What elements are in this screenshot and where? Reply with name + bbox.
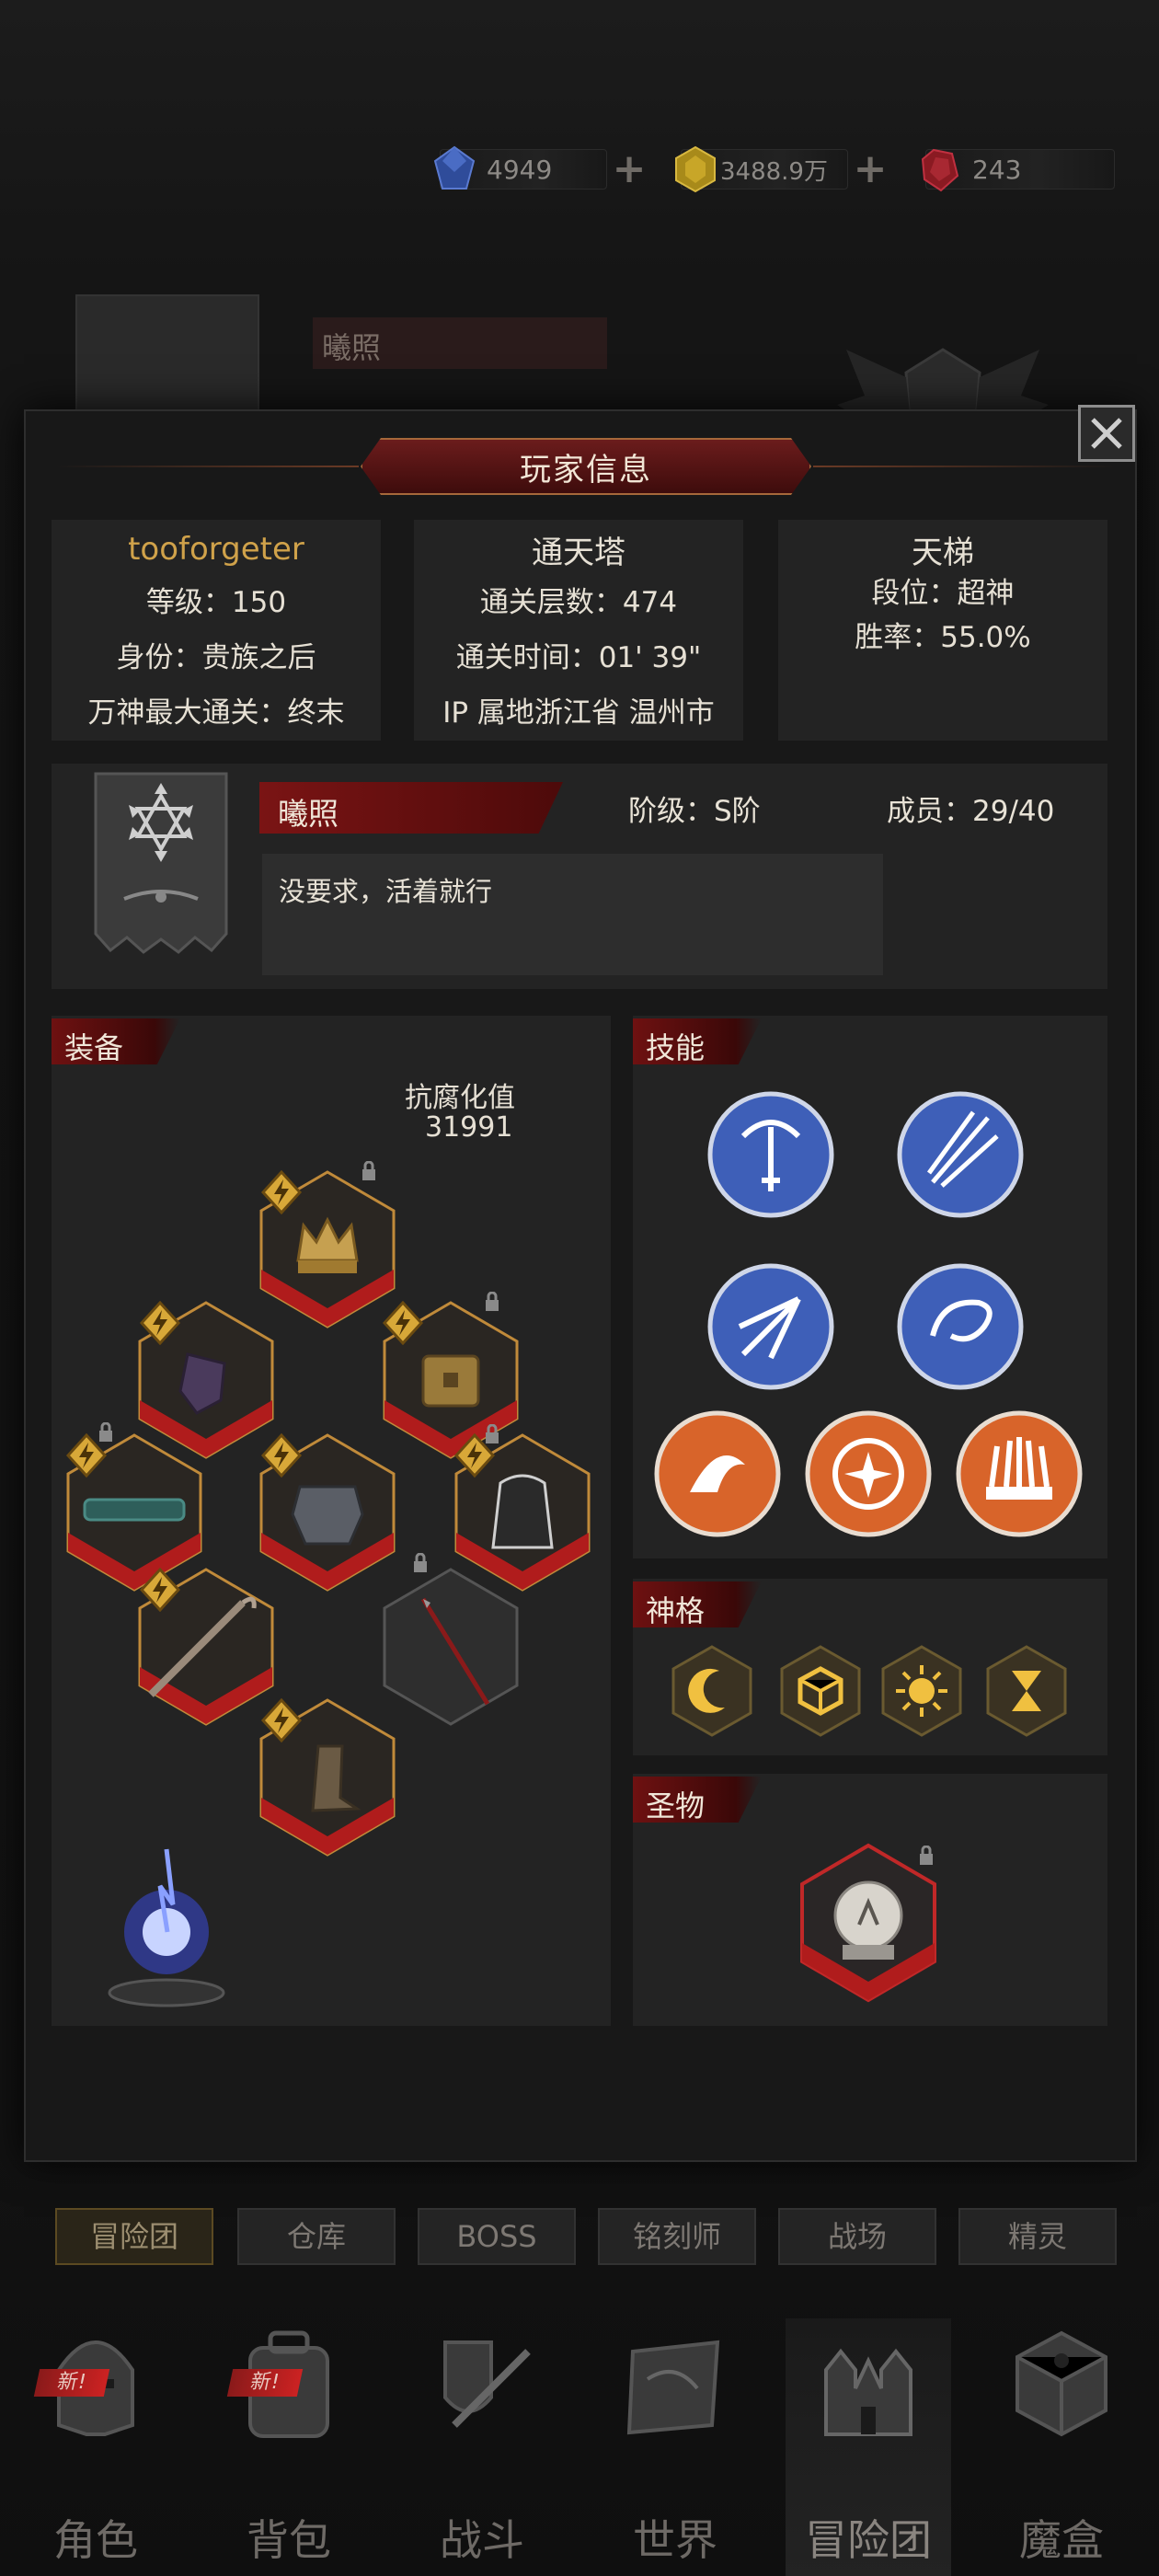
diamond-count: 4949	[487, 154, 553, 185]
gold-gem-icon	[675, 145, 716, 193]
tower-panel: 通天塔 通关层数：474 通关时间：01' 39" IP 属地浙江省 温州市	[414, 520, 743, 741]
gold-count: 3488.9万	[720, 157, 828, 186]
tower-title: 通天塔	[532, 535, 625, 571]
pantheon-max-clear: 万神最大通关：终末	[87, 696, 345, 730]
corruption-label: 抗腐化值	[405, 1082, 515, 1114]
ip-location: IP 属地浙江省 温州市	[442, 696, 715, 730]
title-divider-right	[813, 466, 1117, 467]
magic-cube-icon	[1016, 2330, 1107, 2437]
nav-battle[interactable]: 战斗	[399, 2318, 565, 2576]
ladder-winrate: 胜率：55.0%	[855, 621, 1031, 654]
nav-backpack-label: 背包	[247, 2515, 331, 2565]
nav-magic-box-label: 魔盒	[1019, 2515, 1104, 2565]
diamond-counter: 4949 +	[433, 145, 646, 190]
nav-magic-box[interactable]: 魔盒	[979, 2318, 1144, 2576]
divinity-slot-2[interactable]	[776, 1643, 865, 1739]
add-gold-button[interactable]: +	[853, 149, 888, 190]
new-badge: 新!	[33, 2369, 110, 2397]
divinity-slot-3[interactable]	[878, 1643, 966, 1739]
modal-title: 玩家信息	[361, 438, 811, 495]
add-diamond-button[interactable]: +	[612, 149, 647, 190]
nav-adventure-group[interactable]: 冒险团	[786, 2318, 951, 2576]
upgrade-badge-icon	[260, 1433, 303, 1478]
guild-name: 曦照	[259, 782, 563, 834]
nav-world[interactable]: 世界	[592, 2318, 758, 2576]
lock-icon	[362, 1161, 375, 1180]
close-icon	[1091, 418, 1122, 449]
skill-slot-4[interactable]	[896, 1262, 1025, 1391]
divinity-slot-4[interactable]	[982, 1643, 1071, 1739]
guild-banner-icon	[94, 772, 228, 954]
upgrade-badge-icon	[260, 1170, 303, 1214]
subtab-warehouse[interactable]: 仓库	[237, 2208, 396, 2265]
subtab-boss[interactable]: BOSS	[418, 2208, 576, 2265]
lock-icon	[99, 1422, 112, 1442]
upgrade-badge-icon	[139, 1568, 181, 1612]
guild-tier: 阶级：S阶	[628, 795, 761, 828]
upgrade-badge-icon	[382, 1301, 424, 1345]
skill-slot-5[interactable]	[653, 1409, 782, 1538]
skill-slot-6[interactable]	[804, 1409, 933, 1538]
skill-slot-2[interactable]	[896, 1090, 1025, 1219]
guild-members: 成员：29/40	[887, 795, 1055, 828]
gold-counter: 3488.9万 +	[675, 145, 887, 193]
player-name: tooforgeter	[128, 531, 304, 568]
chest-icon	[421, 1354, 480, 1408]
tower-clear-time: 通关时间：01' 39"	[455, 641, 702, 674]
lock-icon	[486, 1292, 499, 1311]
chest-armor-icon	[291, 1485, 364, 1546]
upgrade-badge-icon	[260, 1698, 303, 1742]
ruby-gem-icon	[921, 148, 959, 192]
fire-wall-icon	[986, 1437, 1052, 1500]
skill-slot-7[interactable]	[955, 1409, 1084, 1538]
subtab-battlefield[interactable]: 战场	[778, 2208, 936, 2265]
guild-notice: 没要求，活着就行	[262, 854, 883, 975]
skill-slot-3[interactable]	[706, 1262, 835, 1391]
map-scroll-icon	[626, 2340, 720, 2435]
skill-slot-1[interactable]	[706, 1090, 835, 1219]
nav-adventure-group-label: 冒险团	[805, 2515, 932, 2565]
ruby-counter: 243	[921, 148, 1115, 192]
new-badge: 新!	[226, 2369, 304, 2397]
belt-icon	[83, 1498, 186, 1522]
close-button[interactable]	[1078, 405, 1135, 462]
ruby-count: 243	[972, 154, 1022, 185]
nav-world-label: 世界	[633, 2515, 717, 2565]
snow-globe-icon	[833, 1880, 903, 1960]
sun-icon	[896, 1665, 947, 1717]
nav-character-label: 角色	[53, 2515, 138, 2565]
spirit-orb-icon[interactable]	[88, 1831, 245, 2011]
diamond-gem-icon	[433, 145, 476, 190]
crown-icon	[296, 1216, 359, 1273]
player-identity: 身份：贵族之后	[116, 641, 316, 674]
player-info-panel: tooforgeter 等级：150 身份：贵族之后 万神最大通关：终末	[52, 520, 381, 741]
relic-slot[interactable]	[795, 1842, 942, 2004]
subtab-spirit[interactable]: 精灵	[958, 2208, 1117, 2265]
cloak-icon	[491, 1474, 554, 1549]
nav-character[interactable]: 新! 角色	[13, 2318, 178, 2576]
upgrade-badge-icon	[139, 1301, 181, 1345]
subtab-adventure-group[interactable]: 冒险团	[55, 2208, 213, 2265]
player-level: 等级：150	[145, 586, 287, 619]
background-guild-name: 曦照	[313, 317, 607, 369]
title-divider-left	[55, 466, 359, 467]
divinity-slot-1[interactable]	[668, 1643, 756, 1739]
corruption-value: 31991	[425, 1111, 513, 1144]
castle-icon	[824, 2348, 912, 2436]
subtab-engraver[interactable]: 铭刻师	[598, 2208, 756, 2265]
ladder-panel: 天梯 段位：超神 胜率：55.0%	[778, 520, 1107, 741]
lock-icon	[920, 1846, 933, 1865]
tower-floors: 通关层数：474	[479, 586, 678, 619]
lock-icon	[486, 1424, 499, 1443]
lock-icon	[414, 1553, 427, 1572]
ladder-rank: 段位：超神	[871, 577, 1015, 610]
nav-battle-label: 战斗	[440, 2515, 524, 2565]
nav-backpack[interactable]: 新! 背包	[206, 2318, 372, 2576]
ladder-title: 天梯	[912, 535, 974, 571]
sword-shield-icon	[443, 2340, 531, 2428]
